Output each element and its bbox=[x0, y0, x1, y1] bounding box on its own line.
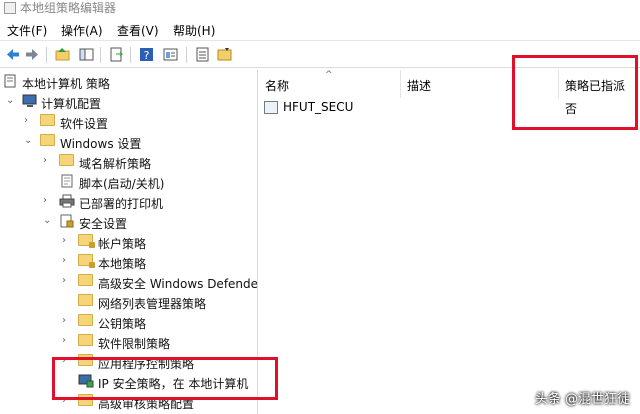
document-icon[interactable] bbox=[194, 46, 211, 63]
collapse-chevron-icon[interactable]: ⌄ bbox=[43, 215, 53, 227]
tree-label: 高级安全 Windows Defende bbox=[98, 277, 258, 291]
script-icon bbox=[59, 174, 75, 188]
expand-chevron-icon[interactable]: › bbox=[62, 335, 72, 347]
folder-icon bbox=[59, 154, 75, 168]
highlight-box-assigned bbox=[512, 55, 638, 130]
computer-policy-icon bbox=[3, 74, 19, 88]
tree-item-security-settings[interactable]: ⌄ 安全设置 bbox=[0, 212, 257, 232]
highlight-box-ip-security bbox=[52, 357, 278, 400]
tree-item-software-settings[interactable]: › 软件设置 bbox=[0, 112, 257, 132]
up-folder-icon[interactable] bbox=[54, 46, 71, 63]
tree-label: 脚本(启动/关机) bbox=[79, 177, 165, 191]
tree-item-defender-firewall[interactable]: › 高级安全 Windows Defende bbox=[0, 272, 258, 292]
expand-chevron-icon[interactable]: › bbox=[62, 315, 72, 327]
policy-name: HFUT_SECU bbox=[283, 100, 354, 114]
tree-item-network-list[interactable]: 网络列表管理器策略 bbox=[0, 292, 257, 312]
tree-label: 计算机配置 bbox=[41, 97, 102, 111]
toolbar-separator bbox=[100, 47, 101, 63]
properties-icon[interactable] bbox=[162, 46, 179, 63]
export-list-icon[interactable] bbox=[108, 46, 125, 63]
menu-action[interactable]: 操作(A) bbox=[61, 22, 103, 39]
window-title: 本地组策略编辑器 bbox=[20, 1, 117, 15]
title-bar: 本地组策略编辑器 bbox=[0, 0, 640, 17]
tree-label: 网络列表管理器策略 bbox=[98, 297, 207, 311]
tree-label: 本地策略 bbox=[98, 257, 147, 271]
toolbar-separator bbox=[46, 47, 47, 63]
security-icon bbox=[59, 214, 75, 228]
ip-policy-icon bbox=[264, 101, 278, 114]
tree-label: 安全设置 bbox=[79, 217, 128, 231]
tree-item-local-policy[interactable]: 本地计算机 策略 bbox=[0, 72, 257, 92]
expand-chevron-icon[interactable]: › bbox=[43, 195, 53, 207]
tree-item-computer-config[interactable]: ⌄ 计算机配置 bbox=[0, 92, 257, 112]
tree-label: 公钥策略 bbox=[98, 317, 147, 331]
computer-config-icon bbox=[22, 94, 38, 108]
tree-item-printers[interactable]: › 已部署的打印机 bbox=[0, 192, 257, 212]
filter-icon[interactable] bbox=[216, 46, 233, 63]
toolbar-separator bbox=[130, 47, 131, 63]
expand-chevron-icon[interactable]: › bbox=[62, 275, 72, 287]
help-icon[interactable]: ? bbox=[138, 46, 155, 63]
folder-icon bbox=[78, 314, 94, 328]
collapse-chevron-icon[interactable]: ⌄ bbox=[6, 95, 16, 107]
tree-item-windows-settings[interactable]: ⌄ Windows 设置 bbox=[0, 132, 257, 152]
svg-text:?: ? bbox=[144, 49, 150, 62]
column-label: 名称 bbox=[265, 79, 290, 93]
folder-lock-icon bbox=[78, 234, 95, 248]
expand-chevron-icon[interactable]: › bbox=[24, 115, 34, 127]
back-arrow-icon[interactable] bbox=[4, 46, 21, 63]
expand-chevron-icon[interactable]: › bbox=[43, 155, 53, 167]
tree-label: 软件设置 bbox=[60, 117, 109, 131]
tree-item-public-key[interactable]: › 公钥策略 bbox=[0, 312, 257, 332]
tree-label: 本地计算机 策略 bbox=[22, 77, 110, 91]
tree-label: 软件限制策略 bbox=[98, 337, 171, 351]
menu-bar: 文件(F) 操作(A) 查看(V) 帮助(H) bbox=[0, 19, 640, 41]
sort-up-icon: ^ bbox=[325, 70, 333, 80]
printer-icon bbox=[59, 194, 75, 208]
column-header-name[interactable]: 名称 ^ bbox=[259, 70, 401, 98]
folder-icon bbox=[78, 294, 94, 308]
tree-label: 帐户策略 bbox=[98, 237, 147, 251]
tree-item-software-restriction[interactable]: › 软件限制策略 bbox=[0, 332, 257, 352]
forward-arrow-icon[interactable] bbox=[24, 46, 41, 63]
watermark: 头条 @混世狂徒 bbox=[534, 392, 630, 407]
folder-icon bbox=[78, 274, 94, 288]
tree-label: 已部署的打印机 bbox=[79, 197, 164, 211]
menu-file[interactable]: 文件(F) bbox=[7, 22, 47, 39]
menu-help[interactable]: 帮助(H) bbox=[173, 22, 215, 39]
tree-item-dns-policy[interactable]: › 域名解析策略 bbox=[0, 152, 257, 172]
tree-label: 域名解析策略 bbox=[79, 157, 152, 171]
app-icon bbox=[4, 2, 16, 14]
collapse-chevron-icon[interactable]: ⌄ bbox=[24, 135, 34, 147]
tree-label: Windows 设置 bbox=[60, 137, 142, 151]
expand-chevron-icon[interactable]: › bbox=[62, 235, 72, 247]
column-label: 描述 bbox=[407, 79, 432, 93]
expand-chevron-icon[interactable]: › bbox=[62, 255, 72, 267]
tree-item-local-policies[interactable]: › 本地策略 bbox=[0, 252, 257, 272]
toolbar-separator bbox=[186, 47, 187, 63]
show-hide-tree-icon[interactable] bbox=[78, 46, 95, 63]
tree-item-account-policy[interactable]: › 帐户策略 bbox=[0, 232, 257, 252]
folder-icon bbox=[78, 334, 94, 348]
tree-item-scripts[interactable]: 脚本(启动/关机) bbox=[0, 172, 257, 192]
folder-icon bbox=[40, 134, 56, 148]
folder-lock-icon bbox=[78, 254, 95, 268]
folder-icon bbox=[40, 114, 56, 128]
menu-view[interactable]: 查看(V) bbox=[117, 22, 159, 39]
